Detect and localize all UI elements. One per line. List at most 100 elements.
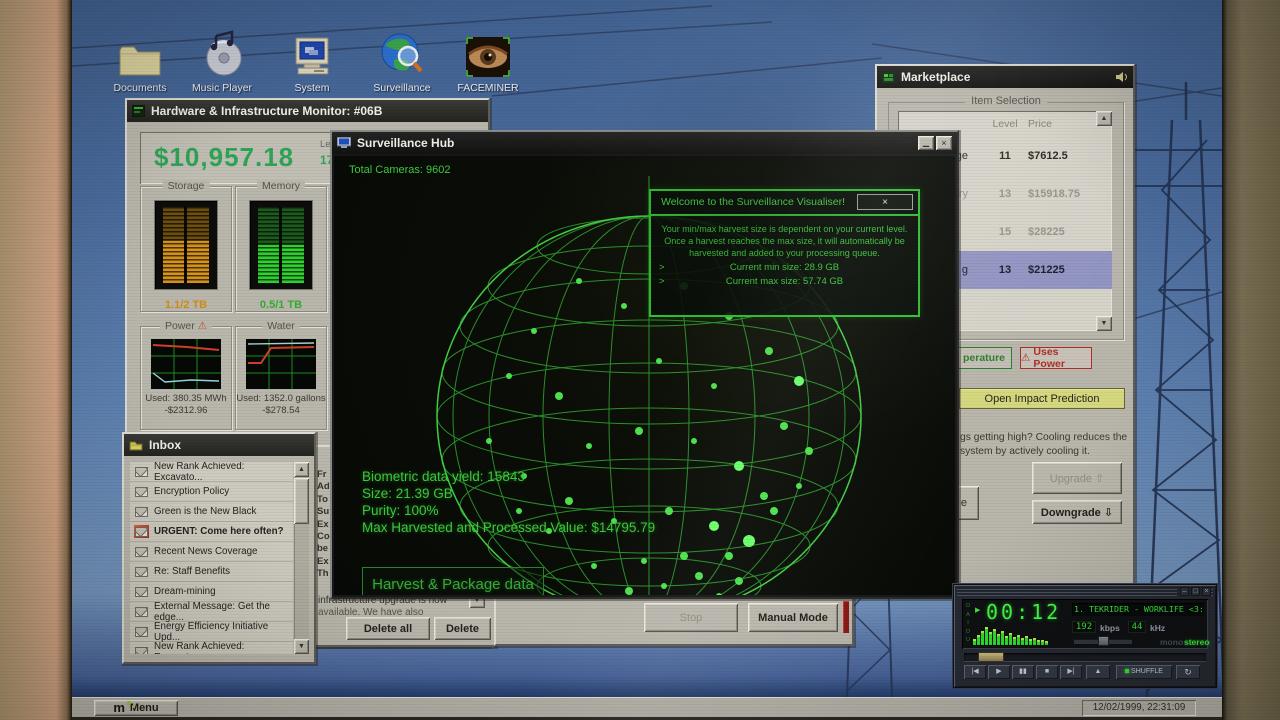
email-field-fragment: Ex: [317, 556, 330, 568]
inbox-titlebar[interactable]: Inbox: [124, 434, 314, 456]
camera-dot[interactable]: [591, 563, 597, 569]
inbox-item[interactable]: New Rank Achieved: Excavato...: [130, 462, 293, 482]
camera-dot[interactable]: [656, 358, 662, 364]
surveillance-titlebar[interactable]: Surveillance Hub ▁ ×: [332, 132, 957, 154]
menu-button[interactable]: m Menu: [94, 700, 178, 716]
inbox-item[interactable]: Recent News Coverage: [130, 542, 293, 562]
globe-magnifier-icon: [366, 28, 438, 78]
pause-button[interactable]: ▮▮: [1012, 665, 1034, 679]
camera-dot[interactable]: [625, 587, 633, 595]
email-field-fragment: Ex: [317, 519, 330, 531]
camera-dot[interactable]: [531, 328, 537, 334]
inbox-item[interactable]: URGENT: Come here often?: [130, 522, 293, 542]
table-scroll-up-button[interactable]: ▲: [1096, 111, 1112, 126]
stop-button[interactable]: Stop: [644, 603, 738, 632]
camera-dot[interactable]: [770, 507, 778, 515]
track-title-strip[interactable]: 1. TEKRIDER - WORKLIFE <3:48>: [1072, 603, 1204, 616]
player-titlebar[interactable]: ‒□×: [957, 587, 1213, 596]
player-minimize-icon[interactable]: ‒: [1180, 587, 1189, 596]
scroll-thumb[interactable]: [294, 478, 309, 524]
harvest-package-button[interactable]: Harvest & Package data: [362, 567, 544, 595]
minimize-button[interactable]: ▁: [918, 136, 934, 150]
camera-dot[interactable]: [725, 552, 733, 560]
camera-dot[interactable]: [576, 278, 582, 284]
camera-dot[interactable]: [711, 383, 717, 389]
inbox-item-subject: Dream-mining: [154, 586, 216, 597]
inbox-scrollbar[interactable]: ▲ ▼: [294, 462, 309, 654]
volume-handle[interactable]: [1098, 636, 1109, 646]
camera-dot[interactable]: [796, 483, 802, 489]
camera-dot[interactable]: [760, 492, 768, 500]
shuffle-button[interactable]: SHUFFLE: [1116, 665, 1172, 679]
inbox-item[interactable]: Encryption Policy: [130, 482, 293, 502]
camera-dot[interactable]: [805, 447, 813, 455]
camera-dot[interactable]: [641, 558, 647, 564]
camera-dot[interactable]: [735, 577, 743, 585]
delete-button[interactable]: Delete: [434, 617, 491, 640]
envelope-icon: [134, 605, 149, 618]
repeat-button[interactable]: ↻: [1176, 665, 1200, 679]
inbox-item[interactable]: Re: Staff Benefits: [130, 562, 293, 582]
manual-mode-button[interactable]: Manual Mode: [748, 603, 838, 632]
inbox-item[interactable]: Green is the New Black: [130, 502, 293, 522]
desktop-icon-faceminer[interactable]: FACEMINER: [452, 28, 524, 94]
camera-dot[interactable]: [716, 593, 722, 595]
camera-dot[interactable]: [680, 552, 688, 560]
dialog-close-button[interactable]: ×: [857, 194, 913, 210]
eq-bar: [985, 627, 988, 645]
camera-dot[interactable]: [661, 583, 667, 589]
open-impact-prediction-button[interactable]: Open Impact Prediction: [959, 388, 1125, 409]
memory-label: Memory: [257, 180, 305, 192]
speaker-icon[interactable]: [1115, 71, 1128, 83]
dialog-title: Welcome to the Surveillance Visualiser!: [661, 196, 845, 208]
power-label: Power ⚠: [160, 320, 212, 332]
volume-slider[interactable]: [1074, 639, 1132, 644]
upgrade-button[interactable]: Upgrade ⇧: [1032, 462, 1122, 494]
stop-button[interactable]: ■: [1036, 665, 1058, 679]
desktop-icon-surveillance[interactable]: Surveillance: [366, 28, 438, 94]
camera-dot[interactable]: [621, 303, 627, 309]
camera-dot[interactable]: [780, 422, 788, 430]
desktop-icon-documents[interactable]: Documents: [104, 28, 176, 94]
inbox-item[interactable]: Energy Efficiency Initiative Upd...: [130, 622, 293, 642]
downgrade-button[interactable]: Downgrade ⇩: [1032, 500, 1122, 524]
camera-dot[interactable]: [586, 443, 592, 449]
camera-dot[interactable]: [743, 535, 755, 547]
camera-dot[interactable]: [635, 427, 643, 435]
player-window-buttons: ‒□×: [1177, 587, 1211, 596]
next-button[interactable]: ▶|: [1060, 665, 1082, 679]
marketplace-titlebar[interactable]: Marketplace: [877, 66, 1133, 88]
inbox-item[interactable]: Dream-mining: [130, 582, 293, 602]
memory-gauge-group: Memory 0.5/1 TB: [235, 186, 327, 312]
camera-dot[interactable]: [695, 572, 703, 580]
eject-button[interactable]: ▲: [1086, 665, 1110, 679]
inbox-item[interactable]: New Rank Achieved: Excavato...: [130, 642, 293, 654]
seek-handle[interactable]: [978, 652, 1004, 662]
level-column-header: Level: [982, 118, 1028, 130]
camera-dot[interactable]: [555, 392, 563, 400]
camera-dot[interactable]: [665, 507, 673, 515]
play-button[interactable]: ▶: [988, 665, 1010, 679]
player-close-icon[interactable]: ×: [1202, 587, 1211, 596]
hardware-monitor-titlebar[interactable]: Hardware & Infrastructure Monitor: #06B: [127, 100, 488, 122]
camera-dot[interactable]: [506, 373, 512, 379]
inbox-item[interactable]: External Message: Get the edge...: [130, 602, 293, 622]
camera-dot[interactable]: [691, 438, 697, 444]
envelope-icon: [134, 465, 149, 478]
camera-dot[interactable]: [486, 438, 492, 444]
camera-dot[interactable]: [765, 347, 773, 355]
scroll-down-button[interactable]: ▼: [294, 639, 309, 654]
delete-all-button[interactable]: Delete all: [346, 617, 430, 640]
camera-dot[interactable]: [709, 521, 719, 531]
desktop-icon-music-player[interactable]: Music Player: [186, 28, 258, 94]
table-scroll-down-button[interactable]: ▼: [1096, 316, 1112, 331]
camera-dot[interactable]: [794, 376, 804, 386]
previous-button[interactable]: |◀: [964, 665, 986, 679]
player-shade-icon[interactable]: □: [1191, 587, 1200, 596]
camera-dot[interactable]: [734, 461, 744, 471]
desktop-icon-system[interactable]: System: [276, 28, 348, 94]
scroll-up-button[interactable]: ▲: [294, 462, 309, 477]
os-logo-icon: m: [113, 703, 125, 713]
close-button[interactable]: ×: [936, 136, 952, 150]
seek-bar[interactable]: [964, 653, 1206, 661]
